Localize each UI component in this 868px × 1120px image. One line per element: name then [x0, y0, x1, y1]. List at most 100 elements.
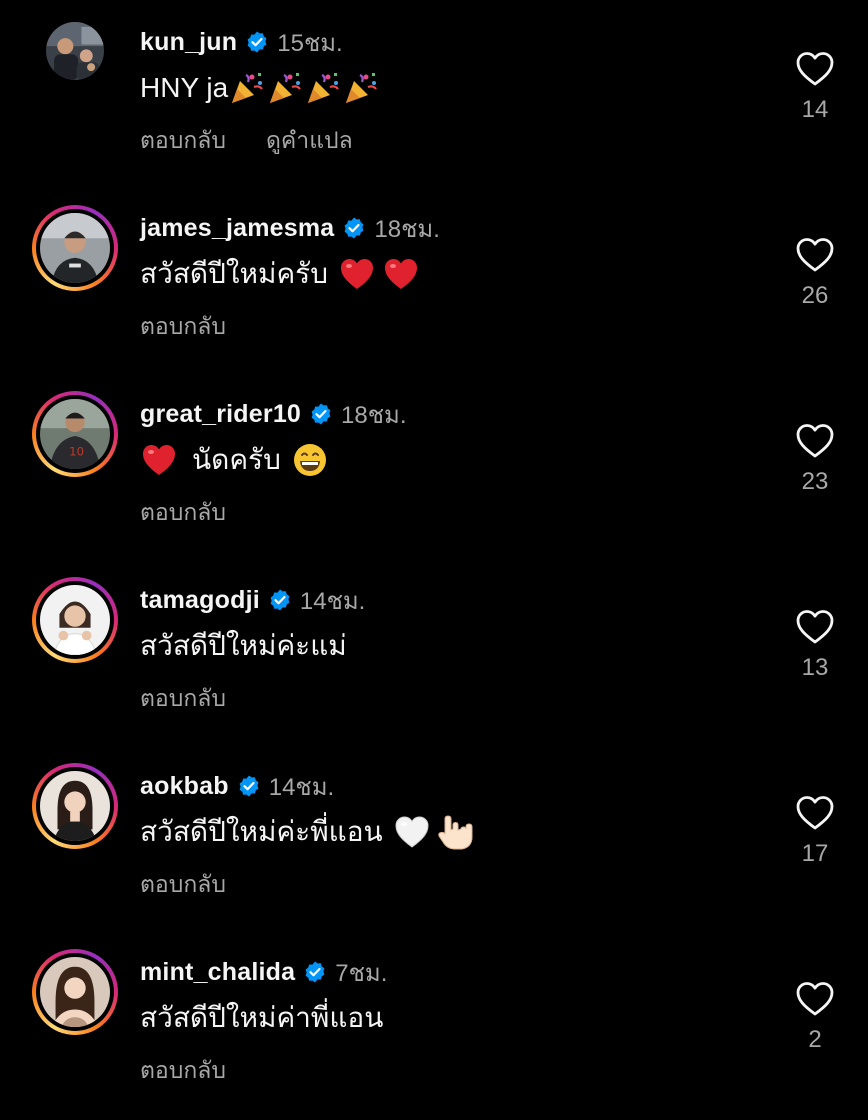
red-heart-icon — [382, 255, 420, 293]
username[interactable]: james_jamesma — [140, 214, 334, 243]
comment-header: mint_chalida 7ชม. — [140, 955, 387, 989]
comment-item: kun_jun 15ชม. HNY ja ตอบกลับ ดูคำแปล 14 — [0, 0, 868, 186]
comment-text-line: นัดครับ — [140, 440, 329, 480]
like-count: 13 — [801, 654, 829, 681]
red-heart-icon — [140, 441, 178, 479]
grinning-face-icon — [291, 441, 329, 479]
avatar[interactable] — [32, 577, 118, 663]
story-ring — [36, 767, 114, 845]
white-heart-icon — [393, 813, 431, 851]
like-block: 26 — [780, 236, 850, 326]
story-ring: 10 — [36, 395, 114, 473]
avatar-image — [40, 771, 110, 841]
reply-button[interactable]: ตอบกลับ — [140, 309, 226, 345]
comment-item: 10 great_rider10 18ชม. นัดครับ ตอบกลับ 2… — [0, 372, 868, 558]
timestamp: 18ชม. — [341, 401, 407, 429]
comment-header: aokbab 14ชม. — [140, 769, 334, 803]
party-popper-icon — [304, 69, 342, 107]
avatar[interactable] — [32, 205, 118, 291]
username[interactable]: kun_jun — [140, 28, 237, 57]
reply-button[interactable]: ตอบกลับ — [140, 867, 226, 903]
avatar[interactable] — [32, 763, 118, 849]
verified-badge-icon — [245, 30, 269, 54]
comment-text-line: สวัสดีปีใหม่ครับ — [140, 254, 420, 294]
see-translation-button[interactable]: ดูคำแปล — [266, 123, 353, 159]
comment-text: นัดครับ — [192, 444, 281, 475]
comment-text: สวัสดีปีใหม่ค่ะพี่แอน — [140, 816, 383, 847]
reply-button[interactable]: ตอบกลับ — [140, 681, 226, 717]
comment-header: james_jamesma 18ชม. — [140, 211, 440, 245]
like-block: 23 — [780, 422, 850, 512]
avatar[interactable] — [32, 949, 118, 1035]
comment-actions: ตอบกลับ — [140, 870, 226, 900]
heart-icon[interactable] — [795, 236, 835, 274]
comment-text-line: สวัสดีปีใหม่ค่ะแม่ — [140, 626, 347, 666]
comment-header: tamagodji 14ชม. — [140, 583, 365, 617]
story-ring — [36, 581, 114, 659]
reply-button[interactable]: ตอบกลับ — [140, 495, 226, 531]
like-count: 2 — [808, 1026, 822, 1053]
avatar[interactable]: 10 — [32, 391, 118, 477]
party-popper-icon — [266, 69, 304, 107]
like-count: 23 — [801, 468, 829, 495]
avatar-image — [40, 213, 110, 283]
love-you-gesture-icon — [437, 813, 475, 851]
avatar-image — [40, 957, 110, 1027]
username[interactable]: great_rider10 — [140, 400, 301, 429]
username[interactable]: mint_chalida — [140, 958, 295, 987]
story-ring — [36, 953, 114, 1031]
svg-text:10: 10 — [69, 444, 84, 458]
comment-text: สวัสดีปีใหม่ค่าพี่แอน — [140, 1002, 384, 1033]
like-block: 14 — [780, 50, 850, 140]
reply-button[interactable]: ตอบกลับ — [140, 1053, 226, 1089]
verified-badge-icon — [268, 588, 292, 612]
like-count: 14 — [801, 96, 829, 123]
avatar-image — [40, 585, 110, 655]
timestamp: 7ชม. — [335, 959, 388, 987]
username[interactable]: aokbab — [140, 772, 229, 801]
comment-item: tamagodji 14ชม. สวัสดีปีใหม่ค่ะแม่ ตอบกล… — [0, 558, 868, 744]
comment-actions: ตอบกลับ ดูคำแปล — [140, 126, 353, 156]
timestamp: 18ชม. — [374, 215, 440, 243]
like-block: 2 — [780, 980, 850, 1070]
comment-text: สวัสดีปีใหม่ค่ะแม่ — [140, 630, 347, 661]
comment-actions: ตอบกลับ — [140, 312, 226, 342]
comment-text-line: สวัสดีปีใหม่ค่าพี่แอน — [140, 998, 383, 1038]
heart-icon[interactable] — [795, 980, 835, 1018]
comment-list: kun_jun 15ชม. HNY ja ตอบกลับ ดูคำแปล 14 … — [0, 0, 868, 1120]
story-ring — [36, 209, 114, 287]
like-block: 13 — [780, 608, 850, 698]
heart-icon[interactable] — [795, 50, 835, 88]
username[interactable]: tamagodji — [140, 586, 260, 615]
avatar-image — [46, 22, 104, 80]
comment-text: สวัสดีปีใหม่ครับ — [140, 258, 328, 289]
comment-header: great_rider10 18ชม. — [140, 397, 407, 431]
verified-badge-icon — [342, 216, 366, 240]
verified-badge-icon — [309, 402, 333, 426]
verified-badge-icon — [237, 774, 261, 798]
comment-actions: ตอบกลับ — [140, 1056, 226, 1086]
verified-badge-icon — [303, 960, 327, 984]
avatar[interactable] — [32, 8, 118, 94]
comment-item: aokbab 14ชม. สวัสดีปีใหม่ค่ะพี่แอน ตอบกล… — [0, 744, 868, 930]
like-count: 17 — [801, 840, 829, 867]
heart-icon[interactable] — [795, 422, 835, 460]
like-count: 26 — [801, 282, 829, 309]
like-block: 17 — [780, 794, 850, 884]
comment-item: james_jamesma 18ชม. สวัสดีปีใหม่ครับ ตอบ… — [0, 186, 868, 372]
heart-icon[interactable] — [795, 608, 835, 646]
comment-text: HNY ja — [140, 72, 229, 103]
comment-text-line: สวัสดีปีใหม่ค่ะพี่แอน — [140, 812, 475, 852]
timestamp: 15ชม. — [277, 29, 343, 57]
avatar-image: 10 — [40, 399, 110, 469]
comment-header: kun_jun 15ชม. — [140, 25, 343, 59]
comment-actions: ตอบกลับ — [140, 684, 226, 714]
timestamp: 14ชม. — [268, 773, 335, 801]
comment-text-line: HNY ja — [140, 68, 380, 108]
comment-item: mint_chalida 7ชม. สวัสดีปีใหม่ค่าพี่แอน … — [0, 930, 868, 1116]
red-heart-icon — [338, 255, 376, 293]
reply-button[interactable]: ตอบกลับ — [140, 123, 226, 159]
party-popper-icon — [228, 69, 266, 107]
heart-icon[interactable] — [795, 794, 835, 832]
timestamp: 14ชม. — [299, 587, 366, 615]
